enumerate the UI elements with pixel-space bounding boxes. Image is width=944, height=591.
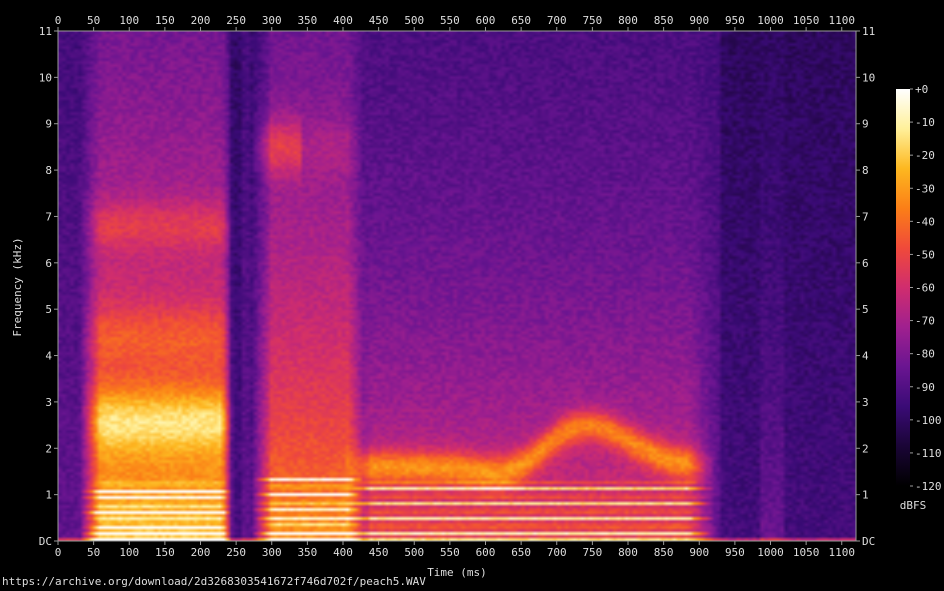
y-tick-label-right: 6 [862,257,869,270]
x-tick-label-top: 200 [191,14,211,27]
x-tick-label-bottom: 950 [725,546,745,559]
y-tick-label-right: 8 [862,164,869,177]
colorbar-tick-label: -90 [915,381,935,394]
x-tick-label-bottom: 50 [87,546,100,559]
y-tick-label-right: 1 [862,489,869,502]
x-tick-label-top: 500 [404,14,424,27]
y-tick-label-left: DC [39,535,52,548]
y-tick-label-left: 4 [45,350,52,363]
x-tick-label-top: 550 [440,14,460,27]
x-tick-label-bottom: 300 [262,546,282,559]
x-tick-label-bottom: 600 [476,546,496,559]
source-url: https://archive.org/download/2d326830354… [2,575,426,588]
x-tick-label-top: 800 [618,14,638,27]
colorbar-tick-label: -100 [915,414,942,427]
colorbar-tick-label: -70 [915,315,935,328]
spectrogram-figure: 0 0 50 50 100 100 150 150 200 200 250 250 300 300 350 3… [11,14,942,579]
x-tick-label-top: 1100 [829,14,856,27]
x-tick-label-top: 750 [582,14,602,27]
x-tick-label-bottom: 750 [582,546,602,559]
x-tick-label-top: 300 [262,14,282,27]
y-tick-label-right: 4 [862,350,869,363]
y-tick-label-left: 9 [45,118,52,131]
y-tick-label-right: DC [862,535,875,548]
x-tick-label-top: 1000 [757,14,784,27]
y-tick-label-right: 5 [862,303,869,316]
colorbar-tick-label: -40 [915,215,935,228]
x-tick-label-top: 250 [226,14,246,27]
colorbar-tick-label: -20 [915,149,935,162]
x-tick-label-top: 50 [87,14,100,27]
x-tick-label-bottom: 450 [369,546,389,559]
colorbar-tick-label: -110 [915,447,942,460]
x-tick-label-bottom: 500 [404,546,424,559]
y-tick-label-left: 10 [39,71,52,84]
y-tick-label-right: 10 [862,71,875,84]
x-tick-label-top: 450 [369,14,389,27]
colorbar-tick-label: -120 [915,480,942,493]
y-tick-label-right: 3 [862,396,869,409]
colorbar-tick-label: -10 [915,116,935,129]
spectrogram-heatmap [58,31,856,541]
x-tick-label-bottom: 350 [297,546,317,559]
x-axis-label: Time (ms) [427,566,487,579]
colorbar-tick-label: -60 [915,282,935,295]
x-tick-label-bottom: 250 [226,546,246,559]
y-tick-label-right: 2 [862,442,869,455]
x-tick-label-bottom: 400 [333,546,353,559]
y-tick-label-right: 7 [862,210,869,223]
x-tick-label-bottom: 850 [654,546,674,559]
x-tick-label-top: 850 [654,14,674,27]
colorbar-tick-label: +0 [915,83,928,96]
x-tick-label-bottom: 1050 [793,546,820,559]
y-tick-label-left: 6 [45,257,52,270]
colorbar-tick-label: -80 [915,348,935,361]
x-tick-label-bottom: 650 [511,546,531,559]
y-tick-label-left: 1 [45,489,52,502]
x-tick-label-bottom: 550 [440,546,460,559]
x-tick-label-bottom: 0 [55,546,62,559]
y-tick-label-left: 3 [45,396,52,409]
colorbar-tick-label: -50 [915,248,935,261]
x-tick-label-top: 100 [119,14,139,27]
x-tick-label-bottom: 800 [618,546,638,559]
y-tick-label-right: 9 [862,118,869,131]
x-tick-label-top: 1050 [793,14,820,27]
y-tick-label-left: 7 [45,210,52,223]
x-tick-label-bottom: 900 [689,546,709,559]
y-tick-label-left: 8 [45,164,52,177]
x-tick-label-bottom: 700 [547,546,567,559]
colorbar: +0 -10 -20 -30 -40 -50 -60 -70 -80 -90 -100 -110 -12… [896,83,942,493]
x-tick-label-top: 950 [725,14,745,27]
x-tick-label-top: 350 [297,14,317,27]
spectrogram-plot [58,31,856,541]
x-tick-label-top: 650 [511,14,531,27]
x-tick-label-top: 0 [55,14,62,27]
x-tick-label-top: 900 [689,14,709,27]
x-tick-label-top: 700 [547,14,567,27]
x-tick-label-bottom: 1000 [757,546,784,559]
x-tick-label-top: 150 [155,14,175,27]
colorbar-gradient [896,89,910,486]
x-tick-label-bottom: 1100 [829,546,856,559]
colorbar-tick-label: -30 [915,182,935,195]
y-tick-label-right: 11 [862,25,875,38]
y-tick-label-left: 5 [45,303,52,316]
y-tick-label-left: 11 [39,25,52,38]
y-tick-label-left: 2 [45,442,52,455]
x-tick-label-top: 600 [476,14,496,27]
x-tick-label-bottom: 100 [119,546,139,559]
x-tick-label-bottom: 200 [191,546,211,559]
x-tick-label-top: 400 [333,14,353,27]
colorbar-label: dBFS [900,499,927,512]
y-axis-label: Frequency (kHz) [11,237,24,336]
x-tick-label-bottom: 150 [155,546,175,559]
